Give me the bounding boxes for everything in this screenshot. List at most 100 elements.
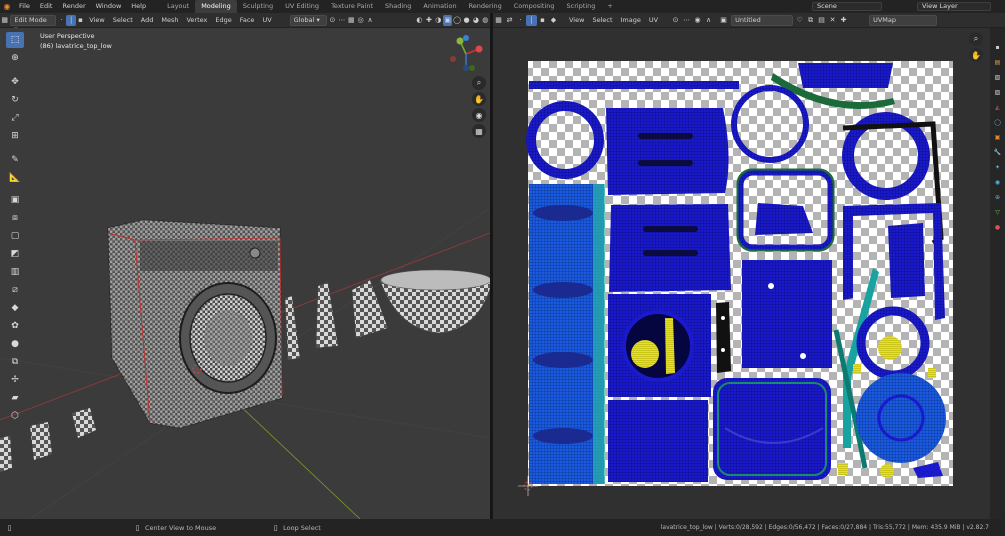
vertex-select-icon[interactable]: ·	[57, 15, 66, 26]
data-properties-icon[interactable]: ▽	[992, 207, 1003, 218]
pin-icon[interactable]: ✚	[838, 15, 849, 26]
uv-zoom-icon[interactable]: ⌕	[969, 32, 983, 46]
gizmo-icon[interactable]: ✚	[424, 15, 433, 26]
orientation-selector[interactable]: Global ▾	[289, 14, 327, 26]
tab-sculpting[interactable]: Sculpting	[237, 0, 279, 13]
ortho-grid-icon[interactable]: ▦	[472, 124, 486, 138]
smooth-tool-icon[interactable]: ●	[6, 336, 24, 352]
view3d-menu-uv[interactable]: UV	[259, 15, 274, 26]
transform-tool-icon[interactable]: ⊞	[6, 128, 24, 144]
editor-type-icon[interactable]: ▦	[0, 15, 9, 26]
camera-icon[interactable]: ◉	[472, 108, 486, 122]
uv-menu-view[interactable]: View	[566, 15, 587, 26]
move-tool-icon[interactable]: ✥	[6, 74, 24, 90]
menu-window[interactable]: Window	[91, 0, 127, 13]
pivot-icon[interactable]: ⊙	[328, 15, 337, 26]
constraint-properties-icon[interactable]: ⊕	[992, 192, 1003, 203]
scene-selector[interactable]: Scene	[812, 2, 882, 11]
object-properties-icon[interactable]: ▣	[992, 132, 1003, 143]
edge-select-icon[interactable]: |	[66, 14, 76, 26]
pan-hand-icon[interactable]: ✋	[472, 92, 486, 106]
view3d-menu-face[interactable]: Face	[237, 15, 258, 26]
tab-modeling[interactable]: Modeling	[195, 0, 237, 13]
rendered-shading-icon[interactable]: ◍	[481, 15, 490, 26]
particle-properties-icon[interactable]: ✦	[992, 162, 1003, 173]
modifier-properties-icon[interactable]: 🔧	[992, 147, 1003, 158]
snap-target-icon[interactable]: ▦	[347, 15, 356, 26]
menu-render[interactable]: Render	[57, 0, 90, 13]
shrink-tool-icon[interactable]: ✢	[6, 372, 24, 388]
navigation-gizmo[interactable]	[446, 34, 486, 74]
uv-editor-canvas[interactable]: ⌕ ✋	[493, 28, 990, 519]
falloff-icon[interactable]: ∧	[365, 15, 374, 26]
tab-scripting[interactable]: Scripting	[561, 0, 602, 13]
poly-build-tool-icon[interactable]: ◆	[6, 300, 24, 316]
uv-falloff-icon[interactable]: ∧	[703, 15, 714, 26]
uv-face-select-icon[interactable]: ▪	[537, 15, 548, 26]
uv-vertex-select-icon[interactable]: ·	[515, 15, 526, 26]
blender-logo-icon[interactable]: ◉	[0, 0, 14, 13]
face-select-icon[interactable]: ▪	[76, 15, 85, 26]
mode-selector[interactable]: Edit Mode ▾	[10, 14, 57, 33]
uv-pan-hand-icon[interactable]: ✋	[969, 48, 983, 62]
material-shading-icon[interactable]: ◕	[471, 15, 480, 26]
scale-tool-icon[interactable]: ⤢	[6, 110, 24, 126]
uv-menu-uv[interactable]: UV	[646, 15, 661, 26]
uv-proportional-icon[interactable]: ◉	[692, 15, 703, 26]
measure-tool-icon[interactable]: 📐	[6, 170, 24, 186]
uv-editor-type-icon[interactable]: ▦	[493, 15, 504, 26]
tab-texture-paint[interactable]: Texture Paint	[325, 0, 379, 13]
rip-tool-icon[interactable]: ⬡	[6, 408, 24, 424]
xray-icon[interactable]: ▣	[442, 14, 453, 26]
view3d-menu-edge[interactable]: Edge	[212, 15, 234, 26]
cursor-tool-icon[interactable]: ⊕	[6, 50, 24, 66]
view3d-menu-select[interactable]: Select	[110, 15, 136, 26]
tab-animation[interactable]: Animation	[417, 0, 462, 13]
proportional-edit-icon[interactable]: ◎	[356, 15, 365, 26]
fake-user-icon[interactable]: ♡	[794, 15, 805, 26]
overlay-icon[interactable]: ◑	[434, 15, 443, 26]
tool-properties-icon[interactable]: ▪	[992, 42, 1003, 53]
tab-compositing[interactable]: Compositing	[508, 0, 561, 13]
scene-properties-icon[interactable]: ◭	[992, 102, 1003, 113]
edge-slide-tool-icon[interactable]: ⧉	[6, 354, 24, 370]
menu-help[interactable]: Help	[126, 0, 151, 13]
menu-file[interactable]: File	[14, 0, 35, 13]
select-box-tool-icon[interactable]: ⬚	[6, 32, 24, 48]
uv-menu-select[interactable]: Select	[589, 15, 615, 26]
inset-tool-icon[interactable]: ▢	[6, 228, 24, 244]
view3d-menu-view[interactable]: View	[86, 15, 107, 26]
wireframe-shading-icon[interactable]: ◯	[452, 15, 461, 26]
annotate-tool-icon[interactable]: ✎	[6, 152, 24, 168]
uv-menu-image[interactable]: Image	[618, 15, 644, 26]
knife-tool-icon[interactable]: ⧄	[6, 282, 24, 298]
new-image-icon[interactable]: ⧉	[805, 15, 816, 26]
tab-layout[interactable]: Layout	[161, 0, 195, 13]
view3d-menu-add[interactable]: Add	[138, 15, 157, 26]
tab-shading[interactable]: Shading	[379, 0, 417, 13]
open-image-icon[interactable]: ▤	[816, 15, 827, 26]
zoom-icon[interactable]: ⌕	[472, 76, 486, 90]
view-layer-selector[interactable]: View Layer	[917, 2, 991, 11]
image-name-field[interactable]: Untitled	[731, 14, 794, 26]
solid-shading-icon[interactable]: ●	[462, 15, 471, 26]
unlink-image-icon[interactable]: ✕	[827, 15, 838, 26]
material-properties-icon[interactable]: ●	[992, 222, 1003, 233]
physics-properties-icon[interactable]: ◉	[992, 177, 1003, 188]
output-properties-icon[interactable]: ▨	[992, 72, 1003, 83]
render-properties-icon[interactable]: ▤	[992, 57, 1003, 68]
loop-cut-tool-icon[interactable]: ▥	[6, 264, 24, 280]
uv-pivot-icon[interactable]: ⊙	[670, 15, 681, 26]
view-layer-properties-icon[interactable]: ▧	[992, 87, 1003, 98]
add-cube-tool-icon[interactable]: ▣	[6, 192, 24, 208]
viewport-3d[interactable]: User Perspective (86) lavatrice_top_low …	[0, 28, 490, 519]
view3d-menu-mesh[interactable]: Mesh	[158, 15, 181, 26]
bevel-tool-icon[interactable]: ◩	[6, 246, 24, 262]
tab-rendering[interactable]: Rendering	[463, 0, 508, 13]
tab-uv-editing[interactable]: UV Editing	[279, 0, 325, 13]
view3d-menu-vertex[interactable]: Vertex	[183, 15, 210, 26]
uv-edge-select-icon[interactable]: |	[526, 14, 537, 26]
rotate-tool-icon[interactable]: ↻	[6, 92, 24, 108]
spin-tool-icon[interactable]: ✿	[6, 318, 24, 334]
menu-edit[interactable]: Edit	[35, 0, 58, 13]
